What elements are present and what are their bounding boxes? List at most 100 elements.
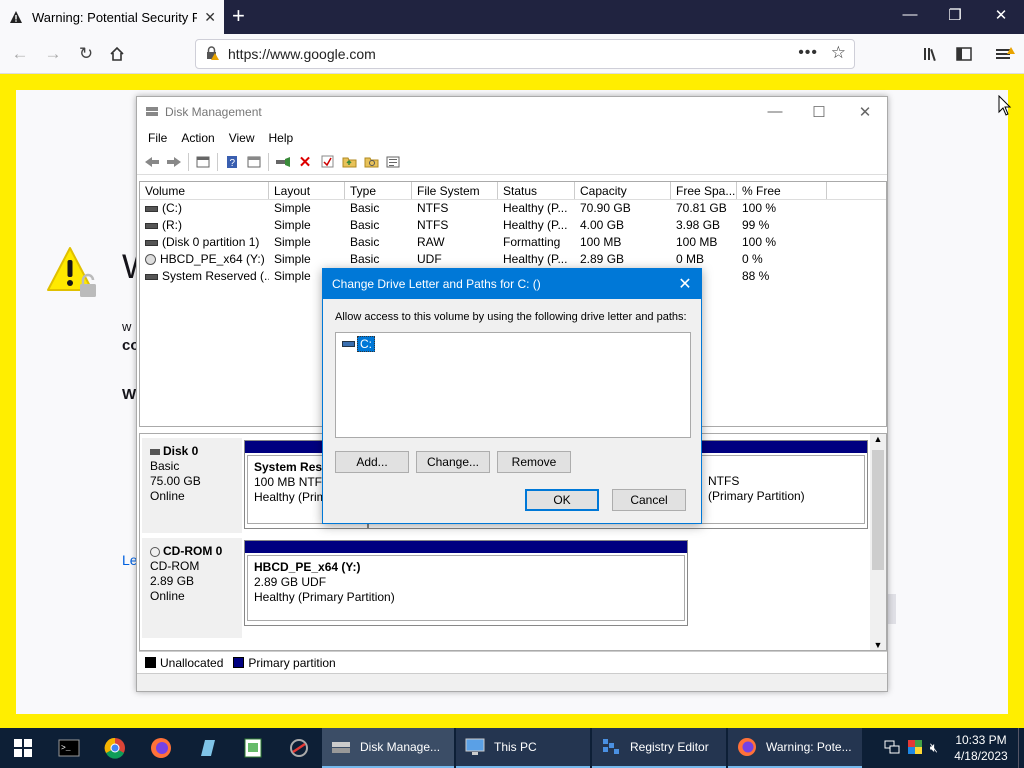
list-item[interactable]: C: [342, 336, 375, 352]
console-tree-icon[interactable] [192, 152, 214, 172]
scroll-thumb[interactable] [872, 450, 884, 570]
back-icon[interactable]: ← [8, 42, 32, 66]
close-window-icon[interactable]: ✕ [981, 6, 1021, 24]
vertical-scrollbar[interactable]: ▲ ▼ [870, 434, 886, 650]
close-tab-icon[interactable]: ✕ [204, 9, 216, 26]
delete-icon[interactable]: ✕ [294, 152, 316, 172]
page-actions-icon[interactable]: ••• [798, 44, 818, 62]
bookmark-star-icon[interactable]: ☆ [831, 43, 846, 63]
cdrom0-label[interactable]: CD-ROM 0 CD-ROM 2.89 GB Online [142, 538, 242, 638]
start-button[interactable] [0, 728, 46, 768]
partition-size: 2.89 GB UDF [254, 575, 327, 589]
chrome-icon[interactable] [92, 728, 138, 768]
menu-help[interactable]: Help [262, 131, 301, 145]
remove-button[interactable]: Remove [497, 451, 571, 473]
check-icon[interactable] [316, 152, 338, 172]
column-file-system[interactable]: File System [412, 182, 498, 199]
volume-name: System Reserved (... [162, 269, 269, 283]
table-row[interactable]: HBCD_PE_x64 (Y:) Simple Basic UDF Health… [140, 251, 886, 268]
dialog-description: Allow access to this volume by using the… [335, 311, 687, 323]
dm-toolbar: ? ✕ [137, 149, 887, 175]
menu-icon[interactable] [993, 42, 1017, 66]
forward-arrow-icon[interactable] [163, 152, 185, 172]
volume-muted-icon[interactable]: 🔇︎ [930, 740, 938, 756]
restore-icon[interactable]: ❐ [935, 6, 975, 24]
taskbar-app-this-pc[interactable]: This PC [456, 728, 590, 768]
dialog-title: Change Drive Letter and Paths for C: () [332, 277, 541, 291]
disk0-name: Disk 0 [163, 444, 199, 458]
network-icon[interactable] [884, 740, 900, 757]
cancel-button[interactable]: Cancel [612, 489, 686, 511]
page-text-line: w [122, 319, 132, 334]
network-tool-icon[interactable] [276, 728, 322, 768]
browser-tab[interactable]: Warning: Potential Security Risk Ahead ✕ [0, 0, 224, 34]
column-capacity[interactable]: Capacity [575, 182, 671, 199]
scroll-down-icon[interactable]: ▼ [870, 640, 886, 650]
toolbar-separator [188, 152, 189, 171]
library-icon[interactable] [920, 42, 944, 66]
address-bar[interactable]: https://www.google.com ••• ☆ [195, 39, 855, 69]
taskbar-app-disk-management[interactable]: Disk Manage... [322, 728, 454, 768]
taskbar-app-registry-editor[interactable]: Registry Editor [592, 728, 726, 768]
ok-button[interactable]: OK [525, 489, 599, 511]
add-button[interactable]: Add... [335, 451, 409, 473]
properties-icon[interactable] [243, 152, 265, 172]
dm-minimize-icon[interactable]: — [763, 103, 787, 120]
taskbar-app-firefox[interactable]: Warning: Pote... [728, 728, 862, 768]
spreadsheet-icon[interactable] [230, 728, 276, 768]
scroll-up-icon[interactable]: ▲ [870, 434, 886, 444]
drive-icon [145, 205, 158, 212]
folder-search-icon[interactable] [360, 152, 382, 172]
menu-action[interactable]: Action [174, 131, 221, 145]
column-free-space[interactable]: Free Spa... [671, 182, 737, 199]
new-tab-button[interactable]: + [232, 5, 245, 27]
dialog-close-icon[interactable]: ✕ [675, 274, 695, 294]
volume-free: 3.98 GB [676, 218, 721, 232]
drive-paths-list[interactable]: C: [335, 332, 691, 438]
table-row[interactable]: (R:) Simple Basic NTFS Healthy (P... 4.0… [140, 217, 886, 234]
back-arrow-icon[interactable] [141, 152, 163, 172]
column-percent-free[interactable]: % Free [737, 182, 827, 199]
column-layout[interactable]: Layout [269, 182, 345, 199]
taskbar-app-label: Disk Manage... [360, 740, 441, 754]
clock[interactable]: 10:33 PM 4/18/2023 [944, 732, 1018, 764]
partition-hbcd[interactable]: HBCD_PE_x64 (Y:) 2.89 GB UDF Healthy (Pr… [244, 540, 688, 626]
column-status[interactable]: Status [498, 182, 575, 199]
home-icon[interactable] [105, 42, 129, 66]
browser-nav-bar: ← → ↻ https://www.google.com ••• ☆ [0, 34, 1024, 74]
drive-icon [145, 239, 158, 246]
firefox-icon[interactable] [138, 728, 184, 768]
table-row[interactable]: (C:) Simple Basic NTFS Healthy (P... 70.… [140, 200, 886, 217]
folder-up-icon[interactable] [338, 152, 360, 172]
help-icon[interactable]: ? [221, 152, 243, 172]
drive-icon [145, 222, 158, 229]
list-view-icon[interactable] [382, 152, 404, 172]
column-volume[interactable]: Volume [140, 182, 269, 199]
cmd-icon[interactable]: >_ [46, 728, 92, 768]
table-row[interactable]: (Disk 0 partition 1) Simple Basic RAW Fo… [140, 234, 886, 251]
reload-icon[interactable]: ↻ [74, 42, 98, 66]
dm-close-icon[interactable]: ✕ [853, 103, 877, 121]
connect-icon[interactable] [272, 152, 294, 172]
tab-title: Warning: Potential Security Risk Ahead [32, 9, 197, 25]
forward-icon[interactable]: → [41, 42, 65, 66]
minimize-icon[interactable]: — [890, 6, 930, 23]
volume-free: 70.81 GB [676, 201, 727, 215]
partition-name: HBCD_PE_x64 (Y:) [254, 560, 361, 574]
menu-file[interactable]: File [141, 131, 174, 145]
dm-maximize-icon[interactable]: ☐ [807, 103, 831, 121]
color-tool-icon[interactable] [907, 739, 922, 757]
menu-view[interactable]: View [222, 131, 262, 145]
volume-layout: Simple [274, 201, 311, 215]
firefox-icon [736, 736, 758, 758]
volume-type: Basic [350, 218, 380, 232]
column-type[interactable]: Type [345, 182, 412, 199]
system-tray: 🔇︎ 10:33 PM 4/18/2023 [884, 728, 1024, 768]
disk0-label[interactable]: Disk 0 Basic 75.00 GB Online [142, 438, 242, 533]
change-button[interactable]: Change... [416, 451, 490, 473]
sidebar-icon[interactable] [952, 42, 976, 66]
registry-icon [600, 736, 622, 758]
show-desktop-button[interactable] [1018, 728, 1024, 768]
drive-icon [145, 273, 158, 280]
notepad-icon[interactable] [184, 728, 230, 768]
